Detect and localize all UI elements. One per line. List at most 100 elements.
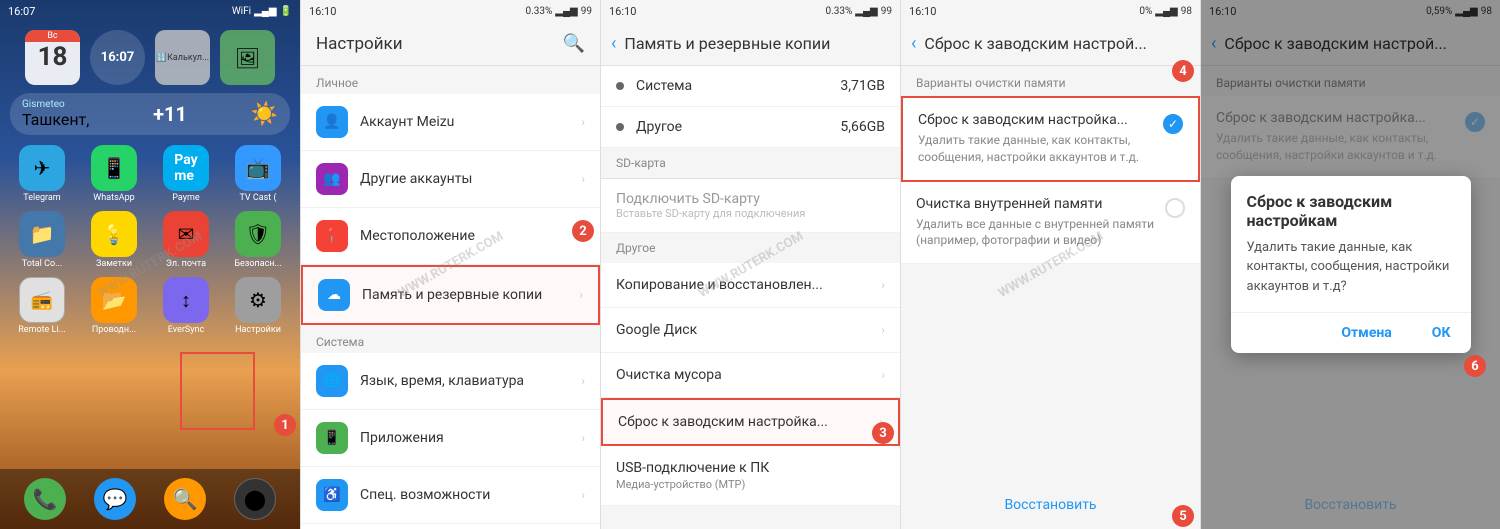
calc-icon: 🔢 xyxy=(156,53,167,63)
option-factory-desc: Удалить такие данные, как контакты, сооб… xyxy=(918,132,1153,166)
app-security[interactable]: 🛡 Безопасн... xyxy=(224,211,292,269)
status-icons-4: 0% ▂▄▆ 98 xyxy=(1139,6,1192,17)
signal-3: ▂▄▆ xyxy=(855,6,877,17)
cancel-button[interactable]: Отмена xyxy=(1321,313,1411,353)
dock-search[interactable]: 🔍 xyxy=(164,478,206,520)
menu-usb[interactable]: USB-подключение к ПК Медиа-устройство (М… xyxy=(601,446,900,506)
radio-internal[interactable] xyxy=(1165,198,1185,218)
app-whatsapp[interactable]: 📱 WhatsApp xyxy=(80,145,148,203)
telegram-label: Telegram xyxy=(23,193,60,203)
clock-widget: 16:07 xyxy=(90,30,145,85)
option-internal-content: Очистка внутренней памяти Удалить все да… xyxy=(916,196,1155,250)
wifi-pct-3: 0.33% xyxy=(825,6,852,17)
home-widgets: Вс 18 16:07 🔢 Калькул... 🖼 xyxy=(0,22,300,93)
memory-item-system: Система 3,71GB xyxy=(601,66,900,107)
other-label: Другое xyxy=(636,119,840,135)
menu-google-drive[interactable]: Google Диск › xyxy=(601,308,900,353)
settings-item-meizu-account[interactable]: 👤 Аккаунт Meizu › xyxy=(301,94,600,151)
email-label: Эл. почта xyxy=(166,259,206,269)
system-label: Система xyxy=(636,78,840,94)
app-email[interactable]: ✉ Эл. почта xyxy=(152,211,220,269)
cleanup-label: Очистка мусора xyxy=(616,367,722,383)
weather-service: Gismeteo xyxy=(22,99,89,110)
dock-home[interactable]: ⬤ xyxy=(234,478,276,520)
sd-card-section: SD-карта xyxy=(601,148,900,179)
chevron-gdrive: › xyxy=(881,323,885,337)
ok-button[interactable]: ОК xyxy=(1412,313,1471,353)
gallery-icon: 🖼 xyxy=(235,46,260,70)
battery-2: 99 xyxy=(581,6,592,17)
app-remote[interactable]: 📻 Remote Li... xyxy=(8,277,76,335)
status-time-2: 16:10 xyxy=(309,5,336,18)
location-icon: 📍 xyxy=(316,220,348,252)
dock-messages[interactable]: 💬 xyxy=(94,478,136,520)
status-time-3: 16:10 xyxy=(609,5,636,18)
app-files[interactable]: 📂 Проводн... xyxy=(80,277,148,335)
eversync-icon: ↕ xyxy=(163,277,209,323)
accessibility-icon: ♿ xyxy=(316,479,348,511)
backup-label: Копирование и восстановлен... xyxy=(616,277,823,293)
panel-reset-options: 16:10 0% ▂▄▆ 98 ‹ Сброс к заводским наст… xyxy=(900,0,1200,529)
dialog-buttons: Отмена ОК xyxy=(1231,312,1471,353)
gallery-widget[interactable]: 🖼 xyxy=(220,30,275,85)
menu-cleanup[interactable]: Очистка мусора › xyxy=(601,353,900,398)
weather-temp: +11 xyxy=(153,102,187,126)
total-label: Total Co... xyxy=(22,259,62,269)
eversync-label: EverSync xyxy=(168,325,204,335)
status-icons: WiFi ▂▄▆ 🔋 xyxy=(232,6,292,17)
memory-dot-other xyxy=(616,123,624,131)
settings-item-other-accounts[interactable]: 👥 Другие аккаунты › xyxy=(301,151,600,208)
chevron-icon-5: › xyxy=(581,431,585,445)
telegram-icon: ✈ xyxy=(19,145,65,191)
app-settings[interactable]: ⚙ Настройки xyxy=(224,277,292,335)
usb-sub: Медиа-устройство (МТР) xyxy=(616,478,745,491)
security-icon: 🛡 xyxy=(235,211,281,257)
reset-option-factory[interactable]: Сброс к заводским настройка... Удалить т… xyxy=(901,96,1200,182)
app-eversync[interactable]: ↕ EverSync xyxy=(152,277,220,335)
settings-item-accessibility[interactable]: ♿ Спец. возможности › xyxy=(301,467,600,524)
other-accounts-label: Другие аккаунты xyxy=(360,171,569,187)
calculator-widget[interactable]: 🔢 Калькул... xyxy=(155,30,210,85)
usb-label: USB-подключение к ПК xyxy=(616,460,769,476)
settings-header: Настройки 🔍 xyxy=(301,22,600,66)
back-arrow-reset[interactable]: ‹ xyxy=(911,33,916,54)
settings-search-icon[interactable]: 🔍 xyxy=(563,33,585,54)
menu-backup[interactable]: Копирование и восстановлен... › xyxy=(601,263,900,308)
whatsapp-icon: 📱 xyxy=(91,145,137,191)
app-totalcommander[interactable]: 📁 Total Co... xyxy=(8,211,76,269)
total-icon: 📁 xyxy=(19,211,65,257)
battery-4: 98 xyxy=(1181,6,1192,17)
email-icon: ✉ xyxy=(163,211,209,257)
calendar-widget[interactable]: Вс 18 xyxy=(25,30,80,85)
signal-icon: ▂▄▆ xyxy=(254,6,276,17)
meizu-account-icon: 👤 xyxy=(316,106,348,138)
settings-item-update[interactable]: 🔄 Обновление системы › xyxy=(301,524,600,529)
restore-button[interactable]: Восстановить xyxy=(901,489,1200,521)
signal-4: ▂▄▆ xyxy=(1155,6,1177,17)
apps-label: Приложения xyxy=(360,430,569,446)
sd-connect-sub: Вставьте SD-карту для подключения xyxy=(616,207,885,220)
app-telegram[interactable]: ✈ Telegram xyxy=(8,145,76,203)
settings-item-apps[interactable]: 📱 Приложения › xyxy=(301,410,600,467)
reset-option-internal[interactable]: Очистка внутренней памяти Удалить все да… xyxy=(901,182,1200,265)
cancel-label: Отмена xyxy=(1341,325,1391,341)
radio-factory[interactable] xyxy=(1163,114,1183,134)
settings-item-memory[interactable]: ☁ Память и резервные копии › xyxy=(301,265,600,325)
back-arrow-memory[interactable]: ‹ xyxy=(611,33,616,54)
app-payme[interactable]: Payme Payme xyxy=(152,145,220,203)
dock-phone[interactable]: 📞 xyxy=(24,478,66,520)
settings-item-language[interactable]: 🌐 Язык, время, клавиатура › xyxy=(301,353,600,410)
security-label: Безопасн... xyxy=(234,259,281,269)
gdrive-label: Google Диск xyxy=(616,322,697,338)
notes-label: Заметки xyxy=(96,259,132,269)
memory-label: Память и резервные копии xyxy=(362,287,567,303)
menu-factory-reset[interactable]: Сброс к заводским настройка... › xyxy=(601,398,900,446)
factory-reset-label: Сброс к заводским настройка... xyxy=(618,414,828,430)
weather-info: Gismeteo Ташкент, xyxy=(22,99,89,129)
step4-number: 4 xyxy=(1172,60,1194,82)
option-factory-row: Сброс к заводским настройка... Удалить т… xyxy=(918,112,1183,166)
option-internal-row: Очистка внутренней памяти Удалить все да… xyxy=(916,196,1185,250)
settings-item-location[interactable]: 📍 Местоположение › xyxy=(301,208,600,265)
app-notes[interactable]: 💡 Заметки xyxy=(80,211,148,269)
app-tvcast[interactable]: 📺 TV Cast ( xyxy=(224,145,292,203)
